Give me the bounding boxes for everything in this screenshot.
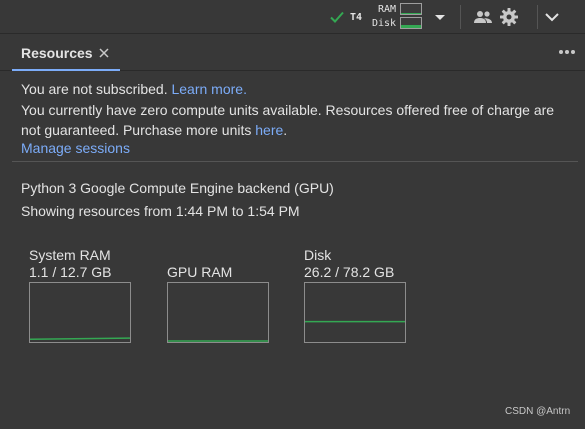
- tab-label: Resources: [21, 45, 93, 61]
- gpu-ram-graph: [167, 282, 269, 343]
- gpu-label: T4: [350, 11, 363, 23]
- system-ram-graph: [29, 282, 131, 343]
- close-icon[interactable]: [98, 47, 110, 59]
- gear-icon: [500, 8, 518, 26]
- backend-description: Python 3 Google Compute Engine backend (…: [21, 180, 334, 196]
- not-subscribed-text: You are not subscribed.: [21, 81, 168, 97]
- disk-meter: Disk: [372, 17, 422, 30]
- gpu-ram-title: GPU RAM: [167, 264, 233, 280]
- notice-line-2: You currently have zero compute units av…: [21, 100, 566, 140]
- ram-meter: RAM: [378, 3, 422, 16]
- ram-meter-label: RAM: [378, 4, 397, 15]
- system-ram-title: System RAM: [29, 247, 111, 263]
- watermark: CSDN @Antrn: [505, 406, 571, 417]
- disk-title: Disk: [304, 247, 332, 263]
- runtime-status[interactable]: T4: [328, 4, 362, 30]
- toolbar-divider: [537, 5, 538, 29]
- manage-sessions-link[interactable]: Manage sessions: [21, 139, 130, 157]
- disk-graph: [304, 282, 406, 343]
- caret-down-icon[interactable]: [433, 11, 447, 23]
- active-tab-indicator: [12, 69, 120, 71]
- panel-tabbar: Resources: [0, 35, 585, 71]
- top-toolbar: T4 RAM Disk: [0, 0, 585, 34]
- gpu-ram-usage-line: [168, 340, 268, 342]
- time-range-text: Showing resources from 1:44 PM to 1:54 P…: [21, 203, 300, 219]
- system-ram-usage-line: [30, 337, 130, 341]
- ram-meter-fill: [401, 13, 421, 14]
- ram-meter-bar: [400, 3, 422, 15]
- resource-meters[interactable]: RAM Disk: [372, 2, 426, 32]
- settings-button[interactable]: [497, 5, 521, 29]
- period-text: .: [283, 122, 288, 138]
- notice-line-1: You are not subscribed. Learn more.: [21, 79, 566, 99]
- collapse-button[interactable]: [540, 5, 564, 29]
- more-horizontal-icon[interactable]: [556, 43, 578, 61]
- system-ram-usage: 1.1 / 12.7 GB: [29, 264, 112, 280]
- disk-usage-line: [305, 320, 405, 323]
- toolbar-divider: [460, 5, 461, 29]
- disk-meter-fill: [401, 25, 421, 28]
- people-icon: [474, 11, 492, 23]
- disk-usage: 26.2 / 78.2 GB: [304, 264, 395, 280]
- disk-meter-label: Disk: [372, 18, 397, 29]
- tab-resources[interactable]: Resources: [12, 35, 120, 71]
- usage-line: [30, 337, 130, 341]
- learn-more-link[interactable]: Learn more.: [171, 81, 246, 97]
- check-icon: [330, 11, 344, 23]
- chevron-down-icon: [545, 13, 559, 22]
- disk-meter-bar: [400, 17, 422, 29]
- share-button[interactable]: [471, 5, 495, 29]
- section-divider: [12, 161, 578, 162]
- purchase-here-link[interactable]: here: [255, 122, 283, 138]
- compute-units-text: You currently have zero compute units av…: [21, 102, 555, 138]
- subscription-notice: You are not subscribed. Learn more. You …: [21, 79, 566, 140]
